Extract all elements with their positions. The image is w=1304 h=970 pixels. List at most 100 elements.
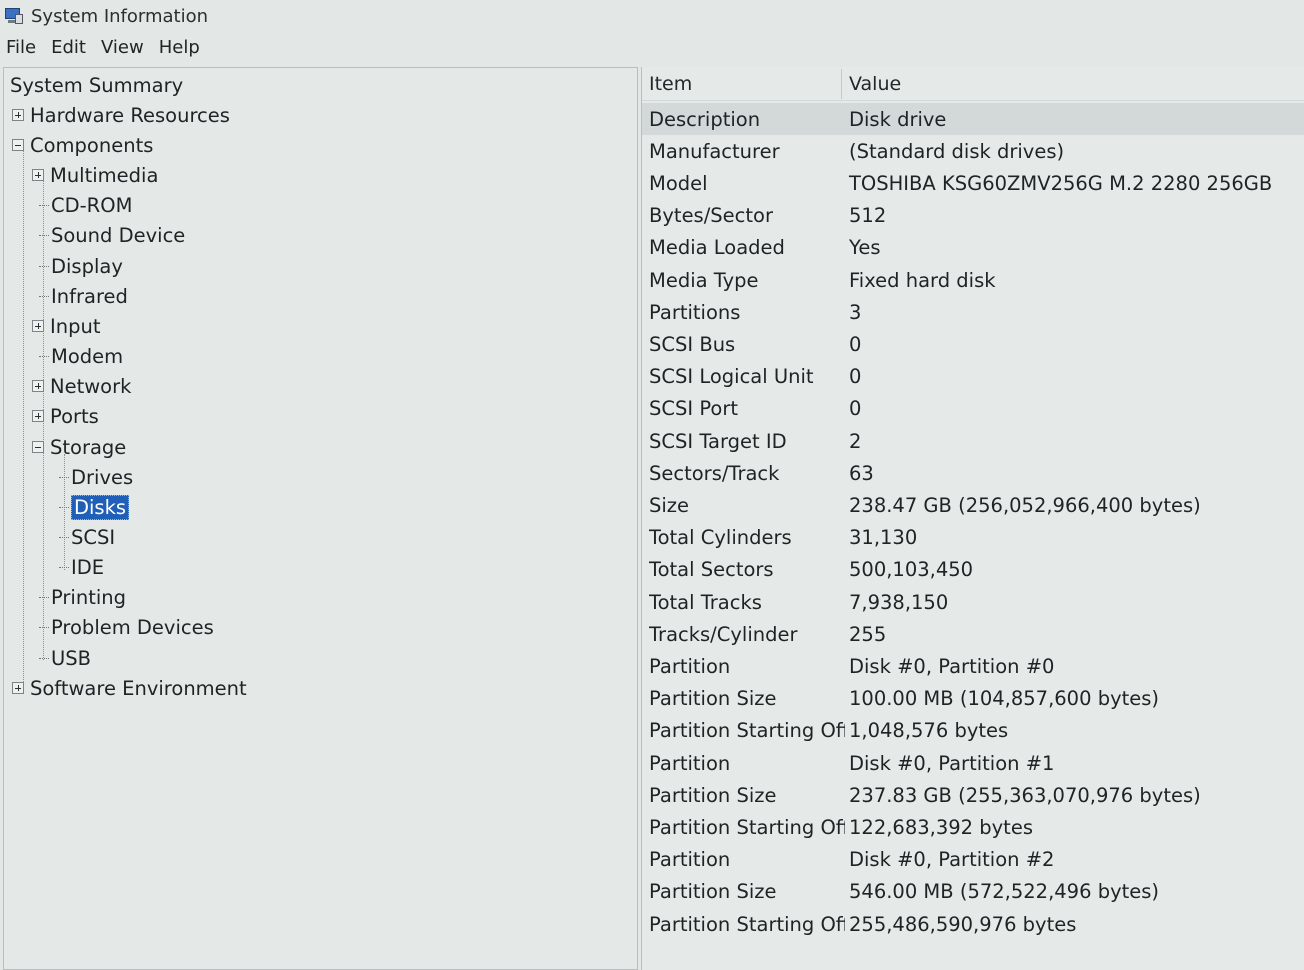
column-divider[interactable] bbox=[841, 69, 842, 99]
row-value-cell: 238.47 GB (256,052,966,400 bytes) bbox=[849, 493, 1201, 517]
menu-file[interactable]: File bbox=[6, 37, 36, 58]
expand-icon[interactable] bbox=[32, 410, 44, 422]
tree-item-ports[interactable]: Ports bbox=[32, 402, 99, 430]
table-row[interactable]: Sectors/Track 63 bbox=[642, 457, 1304, 489]
row-value-cell: Disk #0, Partition #0 bbox=[849, 654, 1055, 678]
expand-icon[interactable] bbox=[12, 682, 24, 694]
tree-leaf-line bbox=[39, 234, 49, 236]
tree-item-components[interactable]: Components bbox=[12, 131, 153, 159]
table-row[interactable]: Partition Starting Off...255,486,590,976… bbox=[642, 908, 1304, 940]
row-value-cell: 122,683,392 bytes bbox=[849, 815, 1033, 839]
tree-item-drives[interactable]: Drives bbox=[59, 463, 133, 491]
menu-view[interactable]: View bbox=[101, 37, 144, 58]
table-row[interactable]: Partition Disk #0, Partition #2 bbox=[642, 844, 1304, 876]
expand-icon[interactable] bbox=[32, 169, 44, 181]
tree-item-sound-device[interactable]: Sound Device bbox=[39, 221, 185, 249]
table-row[interactable]: Manufacturer (Standard disk drives) bbox=[642, 135, 1304, 167]
tree-item-label: Software Environment bbox=[30, 676, 247, 700]
tree-item-cd-rom[interactable]: CD-ROM bbox=[39, 191, 132, 219]
expand-icon[interactable] bbox=[12, 109, 24, 121]
row-value-cell: 255,486,590,976 bytes bbox=[849, 912, 1077, 936]
table-row[interactable]: Partition Size 546.00 MB (572,522,496 byt… bbox=[642, 876, 1304, 908]
tree-item-scsi[interactable]: SCSI bbox=[59, 523, 115, 551]
tree-item-ide[interactable]: IDE bbox=[59, 553, 104, 581]
menu-help[interactable]: Help bbox=[159, 37, 200, 58]
table-row[interactable]: Description Disk drive bbox=[642, 103, 1304, 135]
column-header-item[interactable]: Item bbox=[649, 67, 839, 101]
table-row[interactable]: Total Tracks 7,938,150 bbox=[642, 586, 1304, 618]
tree-leaf-line bbox=[59, 476, 69, 478]
tree-leaf-line bbox=[39, 626, 49, 628]
table-row[interactable]: Partition Disk #0, Partition #1 bbox=[642, 747, 1304, 779]
row-item-cell: Size bbox=[649, 493, 690, 517]
tree-item-software-environment[interactable]: Software Environment bbox=[12, 674, 247, 702]
tree-item-modem[interactable]: Modem bbox=[39, 342, 123, 370]
table-row[interactable]: Size 238.47 GB (256,052,966,400 bytes) bbox=[642, 489, 1304, 521]
row-item-cell: Bytes/Sector bbox=[649, 204, 773, 228]
tree-item-infrared[interactable]: Infrared bbox=[39, 282, 128, 310]
tree-leaf-line bbox=[39, 596, 49, 598]
row-value-cell: Disk #0, Partition #1 bbox=[849, 751, 1055, 775]
row-item-cell: Partition bbox=[649, 848, 731, 872]
row-value-cell: TOSHIBA KSG60ZMV256G M.2 2280 256GB bbox=[849, 171, 1273, 195]
tree-item-label: CD-ROM bbox=[51, 193, 133, 217]
row-item-cell: Total Tracks bbox=[649, 590, 762, 614]
tree-item-multimedia[interactable]: Multimedia bbox=[32, 161, 158, 189]
tree-item-problem-devices[interactable]: Problem Devices bbox=[39, 613, 214, 641]
table-row[interactable]: Partition Disk #0, Partition #0 bbox=[642, 650, 1304, 682]
tree-item-label: Disks bbox=[71, 494, 130, 520]
table-row[interactable]: Partitions 3 bbox=[642, 296, 1304, 328]
table-row[interactable]: Model TOSHIBA KSG60ZMV256G M.2 2280 256GB bbox=[642, 167, 1304, 199]
table-row[interactable]: Total Sectors 500,103,450 bbox=[642, 554, 1304, 586]
row-item-cell: SCSI Bus bbox=[649, 332, 736, 356]
tree-item-label: SCSI bbox=[71, 525, 116, 549]
tree-leaf-line bbox=[59, 536, 69, 538]
tree-item-label: Printing bbox=[51, 585, 127, 609]
table-row[interactable]: Partition Size 237.83 GB (255,363,070,976… bbox=[642, 779, 1304, 811]
row-value-cell: 31,130 bbox=[849, 526, 918, 550]
row-value-cell: 237.83 GB (255,363,070,976 bytes) bbox=[849, 783, 1201, 807]
tree-item-storage[interactable]: Storage bbox=[32, 433, 126, 461]
row-item-cell: SCSI Logical Unit bbox=[649, 365, 814, 389]
category-tree[interactable]: System Summary Hardware Resources Compon… bbox=[3, 67, 638, 970]
table-row[interactable]: SCSI Port 0 bbox=[642, 393, 1304, 425]
table-row[interactable]: Bytes/Sector 512 bbox=[642, 200, 1304, 232]
tree-item-printing[interactable]: Printing bbox=[39, 583, 126, 611]
tree-item-network[interactable]: Network bbox=[32, 372, 131, 400]
tree-item-usb[interactable]: USB bbox=[39, 644, 91, 672]
tree-item-hardware-resources[interactable]: Hardware Resources bbox=[12, 101, 230, 129]
table-row[interactable]: SCSI Target ID 2 bbox=[642, 425, 1304, 457]
table-row[interactable]: Media Type Fixed hard disk bbox=[642, 264, 1304, 296]
row-value-cell: 2 bbox=[849, 429, 862, 453]
tree-item-label: Display bbox=[51, 254, 123, 278]
details-table[interactable]: Item Value Description Disk drive Manufact… bbox=[641, 67, 1304, 970]
row-item-cell: Partition Starting Off... bbox=[649, 719, 845, 743]
title-bar[interactable]: System Information bbox=[0, 0, 1304, 32]
row-item-cell: Partition bbox=[649, 751, 731, 775]
table-row[interactable]: Media Loaded Yes bbox=[642, 232, 1304, 264]
tree-item-label: Problem Devices bbox=[51, 615, 214, 639]
column-header-value[interactable]: Value bbox=[849, 67, 1289, 101]
collapse-icon[interactable] bbox=[32, 441, 44, 453]
table-row[interactable]: Partition Size 100.00 MB (104,857,600 byt… bbox=[642, 683, 1304, 715]
table-row[interactable]: SCSI Logical Unit 0 bbox=[642, 361, 1304, 393]
tree-item-system-summary[interactable]: System Summary bbox=[10, 71, 183, 99]
tree-item-input[interactable]: Input bbox=[32, 312, 101, 340]
table-row[interactable]: Partition Starting Off...122,683,392 byt… bbox=[642, 811, 1304, 843]
tree-item-disks[interactable]: Disks bbox=[59, 493, 130, 521]
table-row[interactable]: SCSI Bus 0 bbox=[642, 328, 1304, 360]
window-title: System Information bbox=[31, 5, 209, 27]
row-item-cell: Partition bbox=[649, 654, 731, 678]
expand-icon[interactable] bbox=[32, 320, 44, 332]
table-row[interactable]: Total Cylinders 31,130 bbox=[642, 522, 1304, 554]
menu-edit[interactable]: Edit bbox=[51, 37, 86, 58]
row-value-cell: 100.00 MB (104,857,600 bytes) bbox=[849, 687, 1160, 711]
row-item-cell: Media Type bbox=[649, 268, 759, 292]
collapse-icon[interactable] bbox=[12, 139, 24, 151]
row-value-cell: 0 bbox=[849, 332, 862, 356]
expand-icon[interactable] bbox=[32, 380, 44, 392]
tree-item-display[interactable]: Display bbox=[39, 252, 123, 280]
tree-leaf-line bbox=[39, 355, 49, 357]
table-row[interactable]: Tracks/Cylinder 255 bbox=[642, 618, 1304, 650]
table-row[interactable]: Partition Starting Off...1,048,576 bytes bbox=[642, 715, 1304, 747]
